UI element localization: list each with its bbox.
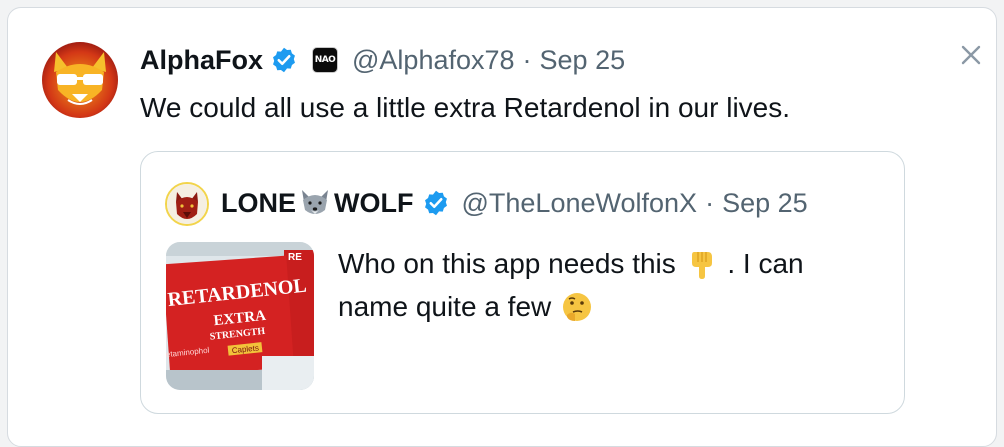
quoted-verified-badge-icon [422,189,450,217]
quoted-header: LONE WOLF @TheLoneWolfonX · Sep 25 [221,183,808,223]
verified-badge-icon [270,46,298,74]
quoted-media-thumbnail[interactable]: RE RETARDENOL EXTRA STRENGTH Caplets eta… [166,242,314,390]
alphafox-avatar[interactable] [42,42,118,118]
meta-separator: · [522,44,532,75]
quoted-name-right[interactable]: WOLF [334,188,413,219]
pointing-down-emoji-icon [686,248,718,280]
quoted-meta-separator: · [705,187,715,218]
thumb-corner-text: RE [288,252,302,263]
close-icon[interactable] [954,38,988,72]
quoted-name-left[interactable]: LONE [221,188,296,219]
tweet-date[interactable]: Sep 25 [540,45,626,76]
tweet-text: We could all use a little extra Retarden… [140,92,791,123]
author-name[interactable]: AlphaFox [140,45,263,76]
quoted-tweet[interactable]: LONE WOLF @TheLoneWolfonX · Sep 25 RE RE… [140,151,905,414]
wolf-emoji-icon [298,188,332,218]
thinking-face-emoji-icon [561,291,593,323]
quoted-text-part1: Who on this app needs this [338,248,676,279]
quoted-handle[interactable]: @TheLoneWolfonX [462,188,698,219]
quoted-text: Who on this app needs this . I can name … [338,242,878,328]
author-handle[interactable]: @Alphafox78 [352,45,515,76]
lonewolf-avatar[interactable] [165,182,209,226]
tweet-header: AlphaFox NAO @Alphafox78 · Sep 25 [140,40,625,80]
affiliate-badge-icon[interactable]: NAO [312,47,339,73]
quoted-date[interactable]: Sep 25 [722,188,808,219]
tweet-card[interactable]: AlphaFox NAO @Alphafox78 · Sep 25 We cou… [7,7,997,447]
